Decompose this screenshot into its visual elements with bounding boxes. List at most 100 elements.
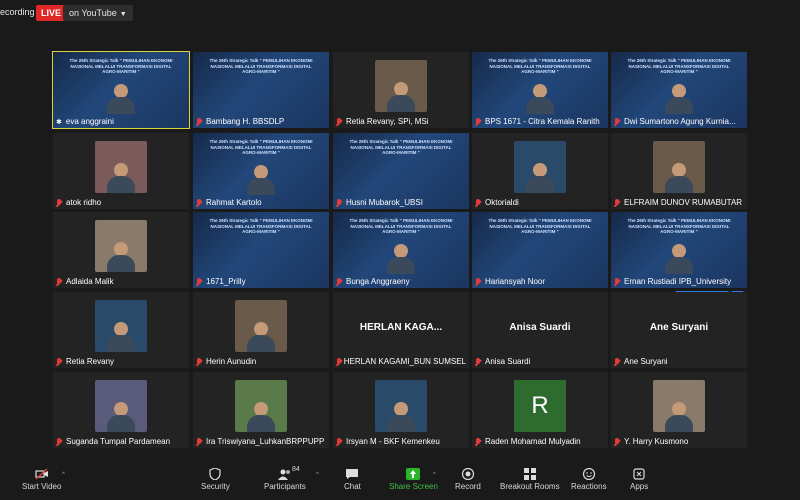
muted-mic-icon bbox=[336, 357, 341, 366]
recording-label: ecording bbox=[0, 7, 35, 17]
reactions-label: Reactions bbox=[571, 482, 607, 491]
participant-name: Raden Mohamad Mulyadin bbox=[475, 437, 581, 446]
participant-tile[interactable]: The 26th Strategic Talk " PEMULIHAN EKON… bbox=[193, 52, 329, 128]
share-options-caret[interactable]: ^ bbox=[433, 472, 436, 478]
participant-tile[interactable]: The 26th Strategic Talk " PEMULIHAN EKON… bbox=[333, 212, 469, 288]
participant-name: ELFRAIM DUNOV RUMABUTAR bbox=[614, 198, 742, 207]
participants-options-caret[interactable]: ^ bbox=[316, 472, 319, 478]
participant-tile[interactable]: Anisa Suardi Anisa Suardi bbox=[472, 292, 608, 368]
participant-tile[interactable]: The 26th Strategic Talk " PEMULIHAN EKON… bbox=[611, 52, 747, 128]
youtube-dropdown[interactable]: on YouTube ▼ bbox=[63, 5, 133, 21]
muted-mic-icon bbox=[196, 357, 202, 366]
share-screen-label: Share Screen bbox=[389, 482, 438, 491]
participant-name: Y. Harry Kusmono bbox=[614, 437, 688, 446]
participant-tile[interactable]: Ane Suryani Ane Suryani bbox=[611, 292, 747, 368]
participant-name: Bambang H. BBSDLP bbox=[196, 117, 284, 126]
muted-mic-icon bbox=[614, 277, 620, 286]
participant-photo bbox=[375, 60, 427, 112]
participant-tile[interactable]: The 26th Strategic Talk " PEMULIHAN EKON… bbox=[611, 212, 747, 304]
participant-name-label: Herin Aunudin bbox=[206, 357, 257, 366]
chat-icon bbox=[346, 469, 359, 479]
muted-mic-icon bbox=[475, 277, 481, 286]
participant-tile[interactable]: The 26th Strategic Talk " PEMULIHAN EKON… bbox=[52, 51, 190, 129]
participant-name: Ane Suryani bbox=[614, 357, 668, 366]
webinar-banner-title: The 26th Strategic Talk " PEMULIHAN EKON… bbox=[69, 58, 173, 74]
participant-tile[interactable]: Adlaida Malik bbox=[53, 212, 189, 288]
participant-name: Rahmat Kartolo bbox=[196, 198, 262, 207]
participant-video bbox=[107, 84, 135, 114]
participant-tile[interactable]: The 26th Strategic Talk " PEMULIHAN EKON… bbox=[472, 212, 608, 288]
muted-mic-icon bbox=[56, 357, 62, 366]
apps-button[interactable]: Apps bbox=[630, 468, 648, 491]
reactions-button[interactable]: Reactions bbox=[571, 468, 607, 491]
participant-name: 1671_Prilly bbox=[196, 277, 246, 286]
participant-name: Irsyan M - BKF Kemenkeu bbox=[336, 437, 440, 446]
participants-label: Participants bbox=[264, 482, 306, 491]
participant-video bbox=[387, 244, 415, 274]
participant-tile[interactable]: Oktorialdi bbox=[472, 133, 608, 209]
participant-tile[interactable]: Retia Revany bbox=[53, 292, 189, 368]
participant-photo bbox=[514, 141, 566, 193]
webinar-banner-title: The 26th Strategic Talk " PEMULIHAN EKON… bbox=[209, 218, 313, 234]
youtube-label: on YouTube bbox=[69, 8, 117, 18]
participant-tile[interactable]: R Raden Mohamad Mulyadin bbox=[472, 372, 608, 448]
participant-tile[interactable]: The 26th Strategic Talk " PEMULIHAN EKON… bbox=[193, 133, 329, 209]
participant-name: Herin Aunudin bbox=[196, 357, 256, 366]
smiley-icon bbox=[582, 468, 595, 480]
participant-tile[interactable]: The 26th Strategic Talk " PEMULIHAN EKON… bbox=[472, 52, 608, 128]
participant-photo bbox=[95, 141, 147, 193]
participant-name-label: Husni Mubarok_UBSI bbox=[346, 198, 423, 207]
participant-tile[interactable]: atok ridho bbox=[53, 133, 189, 209]
participant-tile[interactable]: ELFRAIM DUNOV RUMABUTAR bbox=[611, 133, 747, 209]
participant-photo bbox=[95, 220, 147, 272]
security-button[interactable]: Security bbox=[201, 468, 230, 491]
webinar-banner-title: The 26th Strategic Talk " PEMULIHAN EKON… bbox=[209, 139, 313, 155]
top-bar: ecording LIVE on YouTube ▼ bbox=[0, 0, 800, 28]
start-video-button[interactable]: Start Video bbox=[22, 468, 61, 491]
meeting-toolbar: Start Video ^ Security 84 Participants ^… bbox=[0, 462, 800, 500]
webinar-banner-title: The 26th Strategic Talk " PEMULIHAN EKON… bbox=[488, 218, 592, 234]
webinar-banner-title: The 26th Strategic Talk " PEMULIHAN EKON… bbox=[209, 58, 313, 74]
participant-tile[interactable]: The 26th Strategic Talk " PEMULIHAN EKON… bbox=[193, 212, 329, 288]
participant-tile[interactable]: Suganda Tumpal Pardamean bbox=[53, 372, 189, 448]
record-button[interactable]: Record bbox=[455, 468, 481, 491]
record-label: Record bbox=[455, 482, 481, 491]
participant-tile[interactable]: HERLAN KAGA... HERLAN KAGAMI_BUN SUMSEL bbox=[333, 292, 469, 368]
participant-tile[interactable]: The 26th Strategic Talk " PEMULIHAN EKON… bbox=[333, 133, 469, 209]
muted-mic-icon bbox=[614, 357, 620, 366]
muted-mic-icon bbox=[196, 277, 202, 286]
muted-mic-icon bbox=[56, 198, 62, 207]
participant-tile[interactable]: Irsyan M - BKF Kemenkeu bbox=[333, 372, 469, 448]
live-badge[interactable]: LIVE bbox=[36, 5, 67, 21]
participant-name: Bunga Anggraeny bbox=[336, 277, 410, 286]
participant-tile[interactable]: Ira Triswiyana_LuhkanBRPPUPP bbox=[193, 372, 329, 448]
security-label: Security bbox=[201, 482, 230, 491]
participant-name-label: Ane Suryani bbox=[624, 357, 668, 366]
video-off-icon bbox=[35, 468, 48, 480]
apps-icon bbox=[633, 468, 645, 480]
participants-button[interactable]: 84 Participants bbox=[264, 466, 306, 491]
participant-tile[interactable]: Y. Harry Kusmono bbox=[611, 372, 747, 448]
webinar-banner-title: The 26th Strategic Talk " PEMULIHAN EKON… bbox=[349, 139, 453, 155]
participant-tile[interactable]: Retia Revany, SPi, MSi bbox=[333, 52, 469, 128]
participant-name: Retia Revany, SPi, MSi bbox=[336, 117, 429, 126]
pin-icon: ✱ bbox=[56, 118, 62, 126]
participant-name-label: ELFRAIM DUNOV RUMABUTAR bbox=[624, 198, 743, 207]
video-options-caret[interactable]: ^ bbox=[62, 472, 65, 478]
participant-name-label: Suganda Tumpal Pardamean bbox=[66, 437, 171, 446]
participant-photo bbox=[235, 380, 287, 432]
breakout-rooms-icon bbox=[523, 468, 536, 480]
chat-button[interactable]: Chat bbox=[344, 468, 361, 491]
chat-label: Chat bbox=[344, 482, 361, 491]
participant-name: Hariansyah Noor bbox=[475, 277, 545, 286]
participant-video bbox=[247, 165, 275, 195]
muted-mic-icon bbox=[475, 198, 481, 207]
breakout-rooms-button[interactable]: Breakout Rooms bbox=[500, 468, 560, 491]
webinar-banner-title: The 26th Strategic Talk " PEMULIHAN EKON… bbox=[349, 218, 453, 234]
participant-name: Husni Mubarok_UBSI bbox=[336, 198, 423, 207]
participant-tile[interactable]: Herin Aunudin bbox=[193, 292, 329, 368]
muted-mic-icon bbox=[336, 277, 342, 286]
participant-photo bbox=[653, 141, 705, 193]
participant-name: Adlaida Malik bbox=[56, 277, 114, 286]
share-screen-button[interactable]: Share Screen bbox=[389, 468, 438, 491]
